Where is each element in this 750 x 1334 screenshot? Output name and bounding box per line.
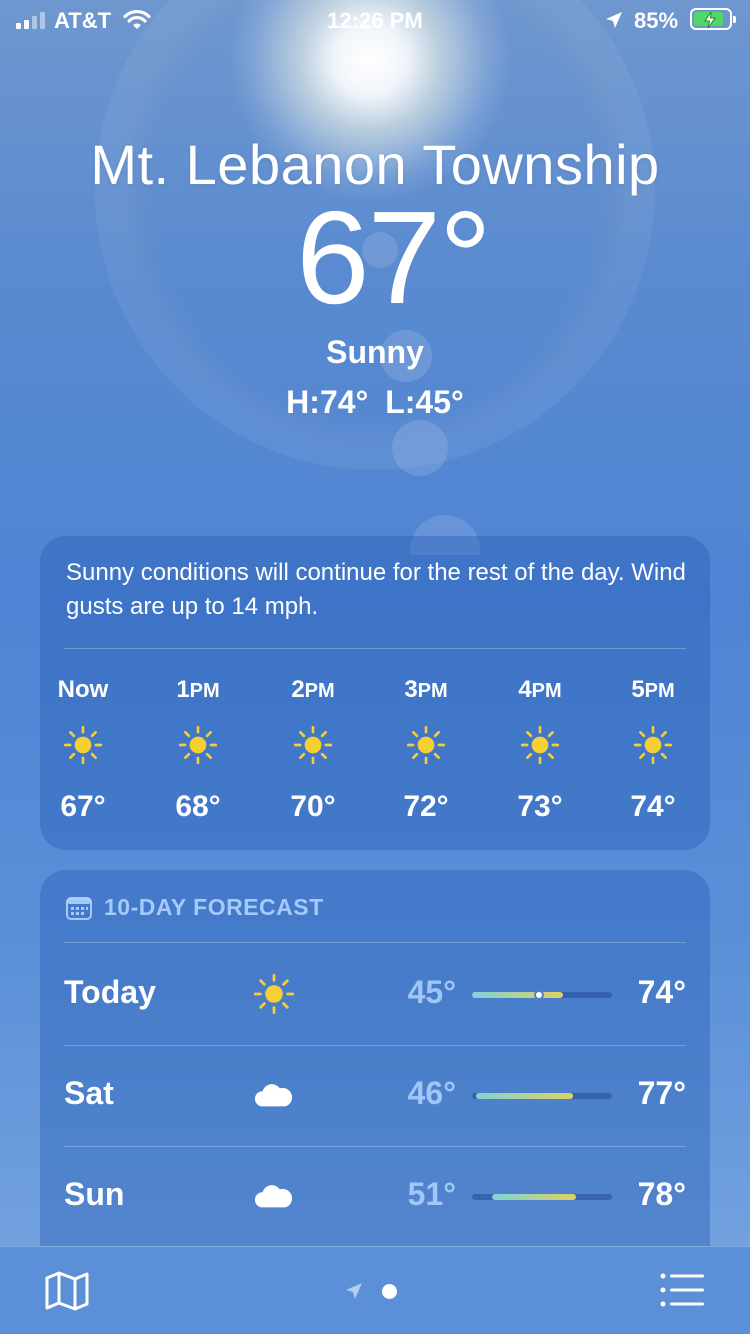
hour-time: 2PM [291,676,335,703]
hour-temperature: 72° [403,790,449,823]
forecast-day-row[interactable]: Sun 51° 78° [64,1146,686,1246]
hourly-forecast-card[interactable]: Sunny conditions will continue for the r… [40,536,710,850]
hour-temperature: 67° [60,790,106,823]
low-temperature: 46° [407,1075,456,1111]
hour-item: 2PM 70° [263,676,363,824]
map-button[interactable] [44,1271,90,1316]
battery-percentage: 85% [634,8,679,33]
hour-time: 3PM [404,676,448,703]
list-icon [660,1273,704,1307]
current-temp-indicator [534,990,545,1000]
hour-time: Now [57,676,109,703]
bottom-toolbar [0,1246,750,1334]
hour-temperature: 74° [630,790,676,823]
hour-item: 5PM 74° [603,676,703,824]
sun-icon [294,726,332,764]
hour-time: 5PM [631,676,675,703]
sun-icon [407,726,445,764]
current-condition: Sunny [326,334,424,370]
location-arrow-icon [346,1283,362,1299]
hour-temperature: 68° [175,790,221,823]
sun-icon [521,726,559,764]
high-temperature: 74° [637,974,686,1010]
high-temperature: 78° [637,1176,686,1212]
battery-icon [690,8,736,30]
forecast-header: 10-DAY FORECAST [66,894,324,921]
hour-temperature: 73° [517,790,563,823]
forecast-summary: Sunny conditions will continue for the r… [66,559,686,620]
divider [64,1146,686,1147]
cloud-icon [254,1185,293,1208]
hour-time: 4PM [518,676,562,703]
lens-flare [392,420,448,476]
temperature-range-bar [472,1093,612,1099]
hour-item: 3PM 72° [376,676,476,824]
hour-temperature: 70° [290,790,336,823]
high-low-temperature: H:74° L:45° [286,384,464,420]
low-temperature: 51° [407,1176,456,1212]
sun-icon [254,974,294,1014]
city-list-button[interactable] [660,1273,706,1312]
divider [64,942,686,943]
temperature-range-fill [476,1093,573,1099]
temperature-range-bar [472,1194,612,1200]
high-temperature: 77° [637,1075,686,1111]
day-name: Sun [64,1176,125,1212]
calendar-icon [66,896,92,920]
page-dot-active [382,1283,397,1299]
cloud-icon [254,1084,293,1107]
day-name: Today [64,974,156,1010]
map-icon [45,1271,89,1311]
temperature-range-fill [491,1194,576,1200]
day-name: Sat [64,1075,114,1111]
hour-item: 1PM 68° [148,676,248,824]
status-bar: AT&T 12:26 PM 85% [0,0,750,40]
sun-icon [179,726,217,764]
temperature-range-fill [472,992,563,998]
forecast-day-row[interactable]: Sat 46° 77° [64,1045,686,1145]
hour-time: 1PM [176,676,220,703]
temperature-range-bar [472,990,612,1000]
location-services-icon [604,10,624,36]
divider [64,1045,686,1046]
forecast-day-row[interactable]: Today 45° 74° [64,944,686,1044]
forecast-title: 10-DAY FORECAST [104,894,324,920]
page-indicator[interactable] [344,1281,397,1301]
sun-icon [64,726,102,764]
current-temperature: 67° [296,184,492,331]
charging-bolt-icon [704,11,716,29]
low-temperature: 45° [407,974,456,1010]
sun-icon [634,726,672,764]
hour-item: 4PM 73° [490,676,590,824]
hour-item: Now 67° [33,676,133,824]
divider [64,648,686,649]
